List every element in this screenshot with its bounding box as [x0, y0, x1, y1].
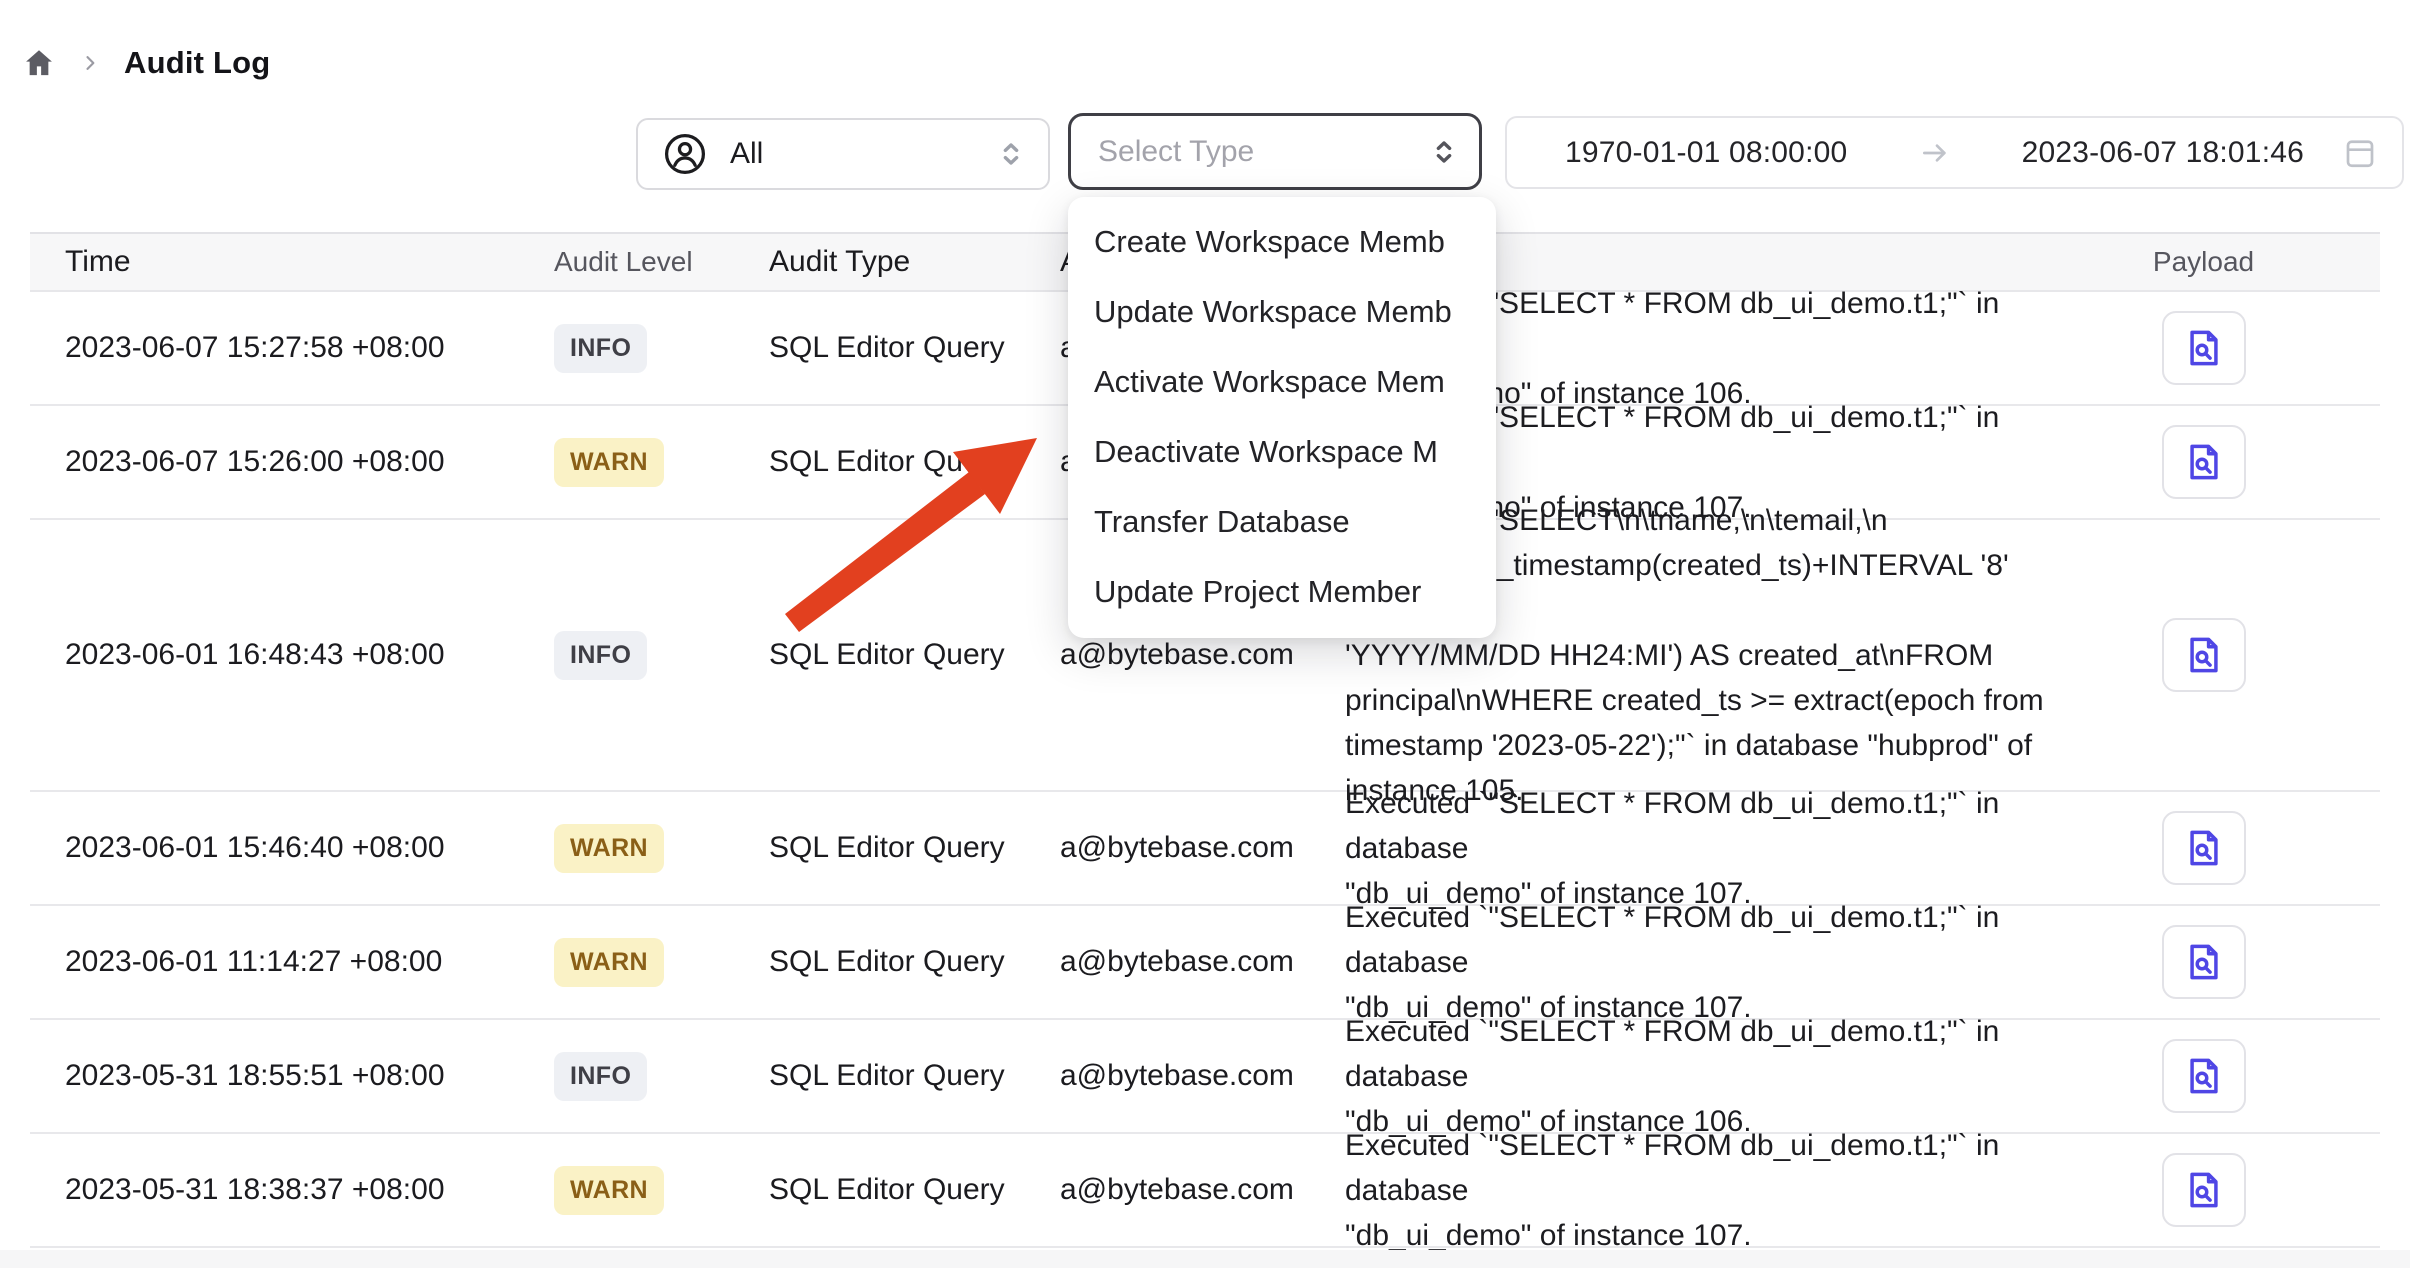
- payload-view-button[interactable]: [2162, 618, 2246, 692]
- payload-view-button[interactable]: [2162, 1039, 2246, 1113]
- breadcrumb: Audit Log: [22, 40, 270, 86]
- cell-audit-level: WARN: [524, 1166, 739, 1215]
- column-audit-type: Audit Type: [739, 245, 1030, 279]
- dropdown-item[interactable]: Update Project Member: [1068, 557, 1496, 627]
- cell-audit-type: SQL Editor Query: [739, 945, 1030, 979]
- chevron-right-icon: [80, 53, 100, 73]
- cell-payload: [2095, 425, 2380, 499]
- dropdown-item[interactable]: Deactivate Workspace M: [1068, 417, 1496, 487]
- cell-audit-type: SQL Editor Query: [739, 638, 1030, 672]
- cell-audit-level: INFO: [524, 631, 739, 680]
- cell-audit-type: SQL Editor Query: [739, 445, 1030, 479]
- cell-audit-level: WARN: [524, 824, 739, 873]
- cell-time: 2023-06-01 15:46:40 +08:00: [30, 831, 524, 865]
- person-circle-icon: [662, 131, 708, 177]
- partial-next-row: [0, 1250, 2410, 1268]
- audit-level-badge: WARN: [554, 1166, 664, 1215]
- table-row: 2023-06-01 15:46:40 +08:00 WARN SQL Editor…: [30, 792, 2380, 906]
- cell-time: 2023-06-01 11:14:27 +08:00: [30, 945, 524, 979]
- cell-comment: Executed `"SELECT * FROM db_ui_demo.t1;"…: [1315, 1123, 2095, 1258]
- cell-payload: [2095, 1153, 2380, 1227]
- column-audit-level: Audit Level: [524, 246, 739, 278]
- document-search-icon: [2182, 440, 2226, 484]
- cell-audit-level: INFO: [524, 1052, 739, 1101]
- audit-level-badge: WARN: [554, 938, 664, 987]
- table-row: 2023-05-31 18:55:51 +08:00 INFO SQL Editor…: [30, 1020, 2380, 1134]
- chevron-up-down-icon: [1429, 137, 1459, 167]
- type-filter-dropdown: Create Workspace MembUpdate Workspace Me…: [1068, 197, 1496, 638]
- arrow-right-icon: [1919, 137, 1951, 169]
- chevron-up-down-icon: [996, 139, 1026, 169]
- cell-audit-type: SQL Editor Query: [739, 831, 1030, 865]
- audit-level-badge: INFO: [554, 324, 647, 373]
- audit-level-badge: WARN: [554, 438, 664, 487]
- table-row: 2023-06-01 11:14:27 +08:00 WARN SQL Editor…: [30, 906, 2380, 1020]
- cell-payload: [2095, 811, 2380, 885]
- document-search-icon: [2182, 1054, 2226, 1098]
- cell-time: 2023-05-31 18:38:37 +08:00: [30, 1173, 524, 1207]
- cell-audit-type: SQL Editor Query: [739, 1059, 1030, 1093]
- home-icon[interactable]: [22, 46, 56, 80]
- table-row: 2023-05-31 18:38:37 +08:00 WARN SQL Editor…: [30, 1134, 2380, 1248]
- calendar-icon: [2342, 135, 2378, 171]
- cell-time: 2023-06-07 15:26:00 +08:00: [30, 445, 524, 479]
- column-payload: Payload: [2095, 246, 2380, 278]
- document-search-icon: [2182, 633, 2226, 677]
- cell-actor: a@bytebase.com: [1030, 945, 1315, 979]
- cell-audit-level: INFO: [524, 324, 739, 373]
- date-range-picker[interactable]: 1970-01-01 08:00:00 2023-06-07 18:01:46: [1505, 116, 2404, 189]
- document-search-icon: [2182, 326, 2226, 370]
- date-range-from: 1970-01-01 08:00:00: [1565, 136, 1847, 170]
- type-filter-placeholder: Select Type: [1098, 135, 1254, 169]
- document-search-icon: [2182, 1168, 2226, 1212]
- cell-payload: [2095, 1039, 2380, 1113]
- document-search-icon: [2182, 826, 2226, 870]
- payload-view-button[interactable]: [2162, 425, 2246, 499]
- payload-view-button[interactable]: [2162, 811, 2246, 885]
- cell-audit-level: WARN: [524, 438, 739, 487]
- audit-level-badge: INFO: [554, 1052, 647, 1101]
- column-time: Time: [30, 245, 524, 279]
- cell-actor: a@bytebase.com: [1030, 831, 1315, 865]
- document-search-icon: [2182, 940, 2226, 984]
- cell-audit-type: SQL Editor Query: [739, 1173, 1030, 1207]
- dropdown-item[interactable]: Transfer Database: [1068, 487, 1496, 557]
- payload-view-button[interactable]: [2162, 925, 2246, 999]
- dropdown-item[interactable]: Update Workspace Memb: [1068, 277, 1496, 347]
- cell-actor: a@bytebase.com: [1030, 1173, 1315, 1207]
- dropdown-item[interactable]: Activate Workspace Mem: [1068, 347, 1496, 417]
- cell-payload: [2095, 618, 2380, 692]
- date-range-to: 2023-06-07 18:01:46: [2022, 136, 2304, 170]
- payload-view-button[interactable]: [2162, 311, 2246, 385]
- dropdown-item[interactable]: Create Workspace Memb: [1068, 207, 1496, 277]
- cell-time: 2023-06-07 15:27:58 +08:00: [30, 331, 524, 365]
- cell-actor: a@bytebase.com: [1030, 638, 1315, 672]
- cell-time: 2023-06-01 16:48:43 +08:00: [30, 638, 524, 672]
- actor-filter-value: All: [730, 137, 763, 171]
- cell-payload: [2095, 925, 2380, 999]
- type-filter-select[interactable]: Select Type: [1068, 113, 1482, 190]
- page-title: Audit Log: [124, 45, 270, 81]
- cell-payload: [2095, 311, 2380, 385]
- cell-actor: a@bytebase.com: [1030, 1059, 1315, 1093]
- cell-audit-level: WARN: [524, 938, 739, 987]
- cell-audit-type: SQL Editor Query: [739, 331, 1030, 365]
- audit-level-badge: WARN: [554, 824, 664, 873]
- actor-filter-select[interactable]: All: [636, 118, 1050, 190]
- cell-time: 2023-05-31 18:55:51 +08:00: [30, 1059, 524, 1093]
- payload-view-button[interactable]: [2162, 1153, 2246, 1227]
- audit-level-badge: INFO: [554, 631, 647, 680]
